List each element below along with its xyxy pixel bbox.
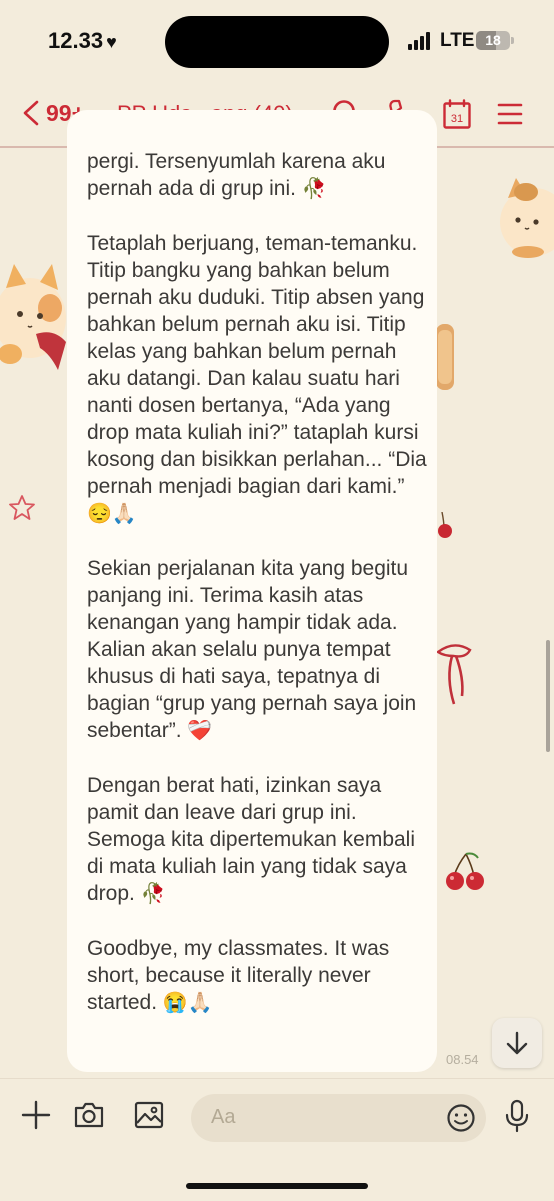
message-paragraph: Sekian perjalanan kita yang begitu panja…: [87, 557, 417, 742]
dynamic-island: [165, 16, 389, 68]
message-input-placeholder: Aa: [211, 1106, 236, 1128]
wilted-rose-emoji: 🥀: [140, 883, 166, 905]
cherry-icon: [438, 512, 452, 538]
input-bar: Aa: [0, 1078, 554, 1201]
message-timestamp: 08.54: [446, 1052, 479, 1067]
wilted-rose-emoji: 🥀: [301, 178, 327, 200]
home-indicator: [186, 1183, 368, 1189]
status-bar: 12.33 ♥ LTE 18: [0, 0, 554, 82]
battery-level: 18: [485, 32, 501, 48]
cat-sticker-right: [500, 178, 554, 258]
emoji-icon[interactable]: [446, 1103, 476, 1133]
message-paragraph: pergi. Tersenyumlah karena aku pernah ad…: [87, 150, 386, 200]
calendar-icon[interactable]: 31: [441, 98, 473, 130]
back-chevron-icon[interactable]: [20, 100, 42, 126]
gallery-icon[interactable]: [133, 1099, 165, 1131]
scroll-to-bottom-button[interactable]: [492, 1018, 542, 1068]
cat-sticker-left: [0, 264, 66, 370]
signal-icon: [408, 32, 434, 50]
message-input[interactable]: Aa: [191, 1094, 486, 1142]
message-bubble[interactable]: pergi. Tersenyumlah karena aku pernah ad…: [67, 110, 437, 1072]
battery-icon: 18: [476, 31, 514, 50]
calendar-day: 31: [451, 113, 463, 125]
arrow-down-icon: [506, 1031, 528, 1055]
mending-heart-emoji: ❤️‍🩹: [187, 720, 213, 742]
cherries-icon: [446, 852, 484, 890]
scrollbar[interactable]: [546, 640, 550, 752]
ribbon-icon: [436, 644, 472, 705]
heart-icon: ♥: [106, 32, 117, 52]
pensive-pray-emoji: 😔🙏🏻: [87, 503, 137, 525]
message-paragraph: Dengan berat hati, izinkan saya pamit da…: [87, 774, 416, 905]
star-icon: [9, 495, 35, 520]
plus-icon[interactable]: [20, 1099, 52, 1131]
status-time: 12.33 ♥: [48, 28, 117, 53]
message-text: pergi. Tersenyumlah karena aku pernah ad…: [87, 148, 429, 1044]
crying-pray-emoji: 😭🙏🏻: [162, 992, 213, 1014]
bread-sticker: [436, 324, 454, 390]
message-paragraph: Tetaplah berjuang, teman-temanku. Titip …: [87, 232, 427, 525]
microphone-icon[interactable]: [504, 1099, 530, 1133]
menu-icon[interactable]: [494, 98, 526, 130]
camera-icon[interactable]: [73, 1099, 105, 1131]
network-type: LTE: [440, 30, 475, 51]
message-paragraph: Goodbye, my classmates. It was short, be…: [87, 937, 390, 1014]
